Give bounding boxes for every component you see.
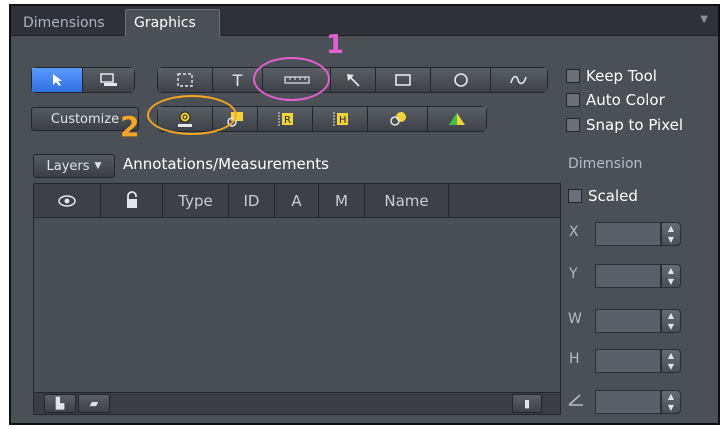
- x-spinner[interactable]: ▲ ▼: [595, 222, 683, 246]
- y-field[interactable]: [595, 264, 661, 288]
- highlight-ring-2: [147, 95, 237, 135]
- rectangle-icon: [395, 74, 411, 86]
- snap-to-pixel-label: Snap to Pixel: [586, 116, 684, 134]
- dashed-rectangle-icon: [177, 73, 193, 87]
- pointer-tool-group: [31, 67, 135, 93]
- h-marker-icon: H: [333, 112, 348, 126]
- drawing-tools-group: T: [157, 67, 548, 93]
- r-marker-tool-button[interactable]: R: [258, 107, 313, 131]
- text-icon: T: [232, 70, 243, 90]
- spinner-arrows-icon[interactable]: ▲ ▼: [661, 222, 681, 246]
- circle-marker-tool-button[interactable]: [368, 107, 428, 131]
- w-field[interactable]: [595, 309, 661, 333]
- select-tool-button[interactable]: [32, 68, 83, 92]
- tab-dimensions[interactable]: Dimensions: [15, 10, 125, 36]
- rectangle-select-tool-button[interactable]: [158, 68, 213, 92]
- triangle-icon: [449, 113, 465, 125]
- checkbox-box: [566, 93, 580, 107]
- tab-bar: Dimensions Graphics ▼: [11, 6, 718, 37]
- h-marker-tool-button[interactable]: H: [313, 107, 368, 131]
- spinner-arrows-icon[interactable]: ▲ ▼: [661, 390, 681, 414]
- visibility-column-header[interactable]: [34, 184, 101, 218]
- dimension-title: Dimension: [568, 156, 643, 172]
- angle-spinner[interactable]: ▲ ▼: [595, 390, 683, 414]
- x-label: X: [569, 224, 579, 240]
- w-label: W: [568, 311, 582, 327]
- checkbox-box: [568, 189, 582, 203]
- table-header: Type ID A M Name: [34, 184, 560, 218]
- m-column-header[interactable]: M: [319, 184, 365, 218]
- snap-to-pixel-checkbox[interactable]: Snap to Pixel: [566, 116, 683, 134]
- a-column-header[interactable]: A: [275, 184, 319, 218]
- svg-text:R: R: [284, 115, 291, 126]
- delete-button[interactable]: ▮: [512, 394, 542, 413]
- type-column-header[interactable]: Type: [163, 184, 229, 218]
- x-field[interactable]: [595, 222, 661, 246]
- collapse-arrow-icon[interactable]: ▼: [700, 14, 708, 25]
- tab-graphics[interactable]: Graphics: [125, 9, 220, 37]
- name-column-header[interactable]: Name: [365, 184, 449, 218]
- y-spinner[interactable]: ▲ ▼: [595, 264, 683, 288]
- rectangle-tool-button[interactable]: [376, 68, 431, 92]
- arrow-tool-button[interactable]: [331, 68, 376, 92]
- open-button[interactable]: ▰: [78, 394, 110, 413]
- spinner-arrows-icon[interactable]: ▲ ▼: [661, 264, 681, 288]
- spinner-arrows-icon[interactable]: ▲ ▼: [661, 349, 681, 373]
- table-footer: ▙ ▰ ▮: [34, 392, 560, 414]
- annotation-number-1: 1: [326, 30, 345, 60]
- h-spinner[interactable]: ▲ ▼: [595, 349, 683, 373]
- screen-icon: [99, 73, 117, 86]
- layers-label: Layers: [46, 158, 90, 174]
- eye-icon: [58, 195, 76, 207]
- lock-icon: [126, 191, 137, 208]
- h-field[interactable]: [595, 349, 661, 373]
- trash-icon: ▮: [523, 397, 531, 410]
- keep-tool-label: Keep Tool: [586, 67, 657, 85]
- cursor-icon: [53, 74, 62, 86]
- checkbox-box: [566, 118, 580, 132]
- annotations-title: Annotations/Measurements: [123, 155, 329, 173]
- h-label: H: [569, 351, 580, 367]
- circle-icon: [453, 73, 468, 87]
- annotation-number-2: 2: [120, 110, 140, 143]
- svg-text:H: H: [339, 115, 347, 126]
- scaled-label: Scaled: [588, 187, 638, 205]
- curve-icon: [510, 75, 527, 85]
- r-marker-icon: R: [278, 112, 293, 126]
- id-column-header[interactable]: ID: [229, 184, 275, 218]
- layers-dropdown[interactable]: Layers ▼: [33, 154, 115, 178]
- y-label: Y: [569, 266, 578, 282]
- save-button[interactable]: ▙: [44, 394, 76, 413]
- curve-tool-button[interactable]: [491, 68, 547, 92]
- auto-color-checkbox[interactable]: Auto Color: [566, 91, 665, 109]
- angle-tool-button[interactable]: [428, 107, 486, 131]
- chevron-down-icon: ▼: [94, 161, 102, 171]
- screen-tool-button[interactable]: [83, 68, 134, 92]
- lock-column-header[interactable]: [101, 184, 163, 218]
- arrow-icon: [347, 74, 360, 87]
- folder-icon: ▰: [89, 397, 99, 410]
- graphics-panel: Dimensions Graphics ▼ T Customize R H Ke…: [9, 4, 720, 425]
- spinner-arrows-icon[interactable]: ▲ ▼: [661, 309, 681, 333]
- save-icon: ▙: [55, 397, 65, 410]
- scaled-checkbox[interactable]: Scaled: [568, 187, 638, 205]
- circle-tool-button[interactable]: [431, 68, 491, 92]
- annotations-table[interactable]: Type ID A M Name ▙ ▰ ▮: [33, 183, 561, 415]
- angle-field[interactable]: [595, 390, 661, 414]
- checkbox-box: [566, 69, 580, 83]
- highlight-ring-1: [253, 57, 330, 101]
- circle-marker-icon: [389, 112, 406, 126]
- auto-color-label: Auto Color: [586, 91, 665, 109]
- w-spinner[interactable]: ▲ ▼: [595, 309, 683, 333]
- keep-tool-checkbox[interactable]: Keep Tool: [566, 67, 657, 85]
- angle-icon: [567, 392, 585, 411]
